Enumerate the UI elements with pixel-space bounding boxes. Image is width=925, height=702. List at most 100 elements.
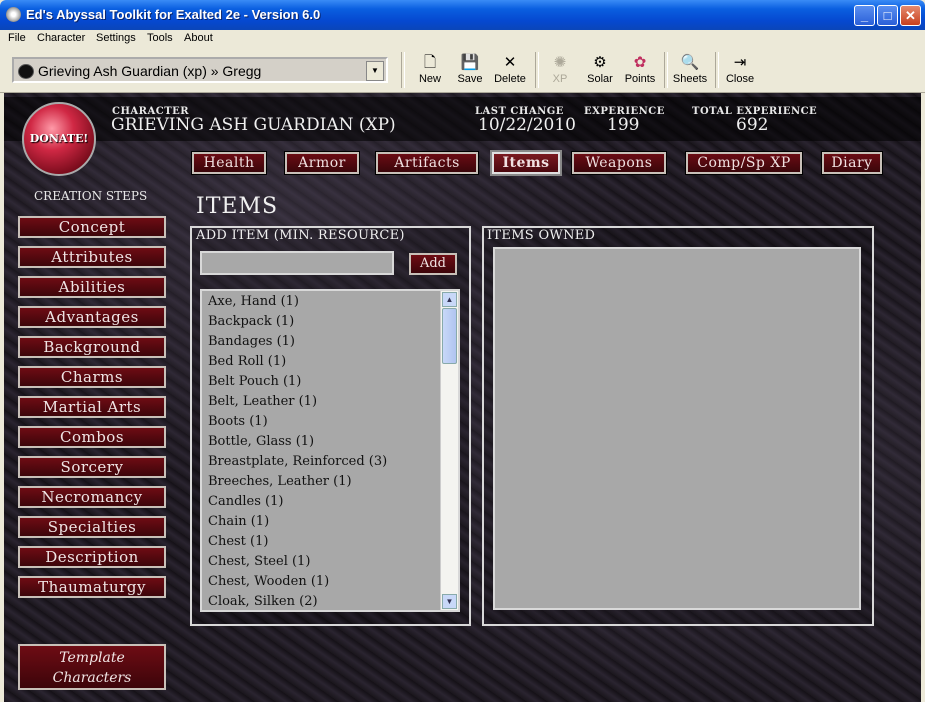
list-item[interactable]: Bandages (1) xyxy=(208,334,295,349)
save-icon: 💾 xyxy=(460,54,480,71)
add-item-input[interactable] xyxy=(200,251,394,275)
scroll-thumb[interactable] xyxy=(442,308,457,364)
items-owned-label: ITEMS OWNED xyxy=(487,228,596,243)
step-background[interactable]: Background xyxy=(18,336,166,358)
list-item[interactable]: Candles (1) xyxy=(208,494,283,509)
experience-value: 199 xyxy=(607,115,640,135)
points-icon: ✿ xyxy=(633,54,647,71)
step-sorcery[interactable]: Sorcery xyxy=(18,456,166,478)
character-select-value: Grieving Ash Guardian (xp) » Gregg xyxy=(38,63,262,79)
menu-character[interactable]: Character xyxy=(37,32,85,44)
minimize-button[interactable]: _ xyxy=(854,5,875,26)
character-icon xyxy=(18,64,34,79)
solar-label: Solar xyxy=(587,73,613,85)
item-catalog-list[interactable]: Axe, Hand (1) Backpack (1) Bandages (1) … xyxy=(200,289,460,612)
list-item[interactable]: Breastplate, Reinforced (3) xyxy=(208,454,387,469)
add-item-button[interactable]: Add xyxy=(409,253,457,275)
step-advantages[interactable]: Advantages xyxy=(18,306,166,328)
creation-steps-title: CREATION STEPS xyxy=(34,189,148,203)
main-panel: DONATE! CHARACTER GRIEVING ASH GUARDIAN … xyxy=(4,93,921,702)
delete-label: Delete xyxy=(494,73,526,85)
scroll-down-arrow-icon[interactable]: ▼ xyxy=(442,594,457,609)
sheets-button[interactable]: 🔍 Sheets xyxy=(668,51,712,89)
app-icon[interactable] xyxy=(6,7,21,22)
menu-bar: File Character Settings Tools About xyxy=(0,30,925,48)
list-item[interactable]: Cloak, Silken (2) xyxy=(208,594,318,609)
close-label: Close xyxy=(725,73,755,85)
delete-icon: ✕ xyxy=(503,54,517,71)
tab-weapons[interactable]: Weapons xyxy=(571,151,667,175)
step-combos[interactable]: Combos xyxy=(18,426,166,448)
points-label: Points xyxy=(624,73,656,85)
tab-diary[interactable]: Diary xyxy=(821,151,883,175)
close-window-button[interactable]: ✕ xyxy=(900,5,921,26)
toolbar: Grieving Ash Guardian (xp) » Gregg ▼ 🗋 N… xyxy=(0,49,925,93)
toolbar-separator xyxy=(401,52,405,88)
step-specialties[interactable]: Specialties xyxy=(18,516,166,538)
new-button[interactable]: 🗋 New xyxy=(408,51,452,89)
list-item[interactable]: Bed Roll (1) xyxy=(208,354,286,369)
character-select[interactable]: Grieving Ash Guardian (xp) » Gregg ▼ xyxy=(12,57,388,83)
list-item[interactable]: Axe, Hand (1) xyxy=(208,294,299,309)
tab-comp-sp-xp[interactable]: Comp/Sp XP xyxy=(685,151,803,175)
character-name: GRIEVING ASH GUARDIAN (XP) xyxy=(111,115,396,135)
xp-icon: ✺ xyxy=(553,54,567,71)
tab-artifacts[interactable]: Artifacts xyxy=(375,151,479,175)
new-document-icon: 🗋 xyxy=(423,54,437,71)
items-owned-list[interactable] xyxy=(493,247,861,610)
xp-button[interactable]: ✺ XP xyxy=(538,51,582,89)
list-item[interactable]: Backpack (1) xyxy=(208,314,294,329)
save-label: Save xyxy=(457,73,483,85)
list-item[interactable]: Bottle, Glass (1) xyxy=(208,434,314,449)
menu-about[interactable]: About xyxy=(184,32,213,44)
solar-button[interactable]: ⚙ Solar xyxy=(578,51,622,89)
list-item[interactable]: Breeches, Leather (1) xyxy=(208,474,352,489)
last-change-value: 10/22/2010 xyxy=(478,115,576,135)
tab-health[interactable]: Health xyxy=(191,151,267,175)
tab-items[interactable]: Items xyxy=(490,150,562,176)
page-title: ITEMS xyxy=(196,194,279,219)
delete-button[interactable]: ✕ Delete xyxy=(488,51,532,89)
add-item-label: ADD ITEM (MIN. RESOURCE) xyxy=(196,228,405,243)
step-necromancy[interactable]: Necromancy xyxy=(18,486,166,508)
window-title: Ed's Abyssal Toolkit for Exalted 2e - Ve… xyxy=(26,7,321,22)
donate-button[interactable]: DONATE! xyxy=(22,102,96,176)
list-item[interactable]: Chest, Steel (1) xyxy=(208,554,310,569)
menu-tools[interactable]: Tools xyxy=(147,32,173,44)
list-item[interactable]: Belt, Leather (1) xyxy=(208,394,317,409)
chevron-down-icon[interactable]: ▼ xyxy=(366,61,384,81)
step-abilities[interactable]: Abilities xyxy=(18,276,166,298)
sheets-icon: 🔍 xyxy=(680,54,700,71)
solar-icon: ⚙ xyxy=(593,54,607,71)
xp-label: XP xyxy=(552,73,568,85)
menu-settings[interactable]: Settings xyxy=(96,32,136,44)
close-button[interactable]: ⇥ Close xyxy=(718,51,762,89)
catalog-scrollbar[interactable]: ▲ ▼ xyxy=(440,291,458,610)
app-window: Ed's Abyssal Toolkit for Exalted 2e - Ve… xyxy=(0,0,925,702)
list-item[interactable]: Chest (1) xyxy=(208,534,268,549)
total-experience-value: 692 xyxy=(736,115,769,135)
title-bar[interactable]: Ed's Abyssal Toolkit for Exalted 2e - Ve… xyxy=(0,0,925,30)
sheets-label: Sheets xyxy=(672,73,708,85)
step-thaumaturgy[interactable]: Thaumaturgy xyxy=(18,576,166,598)
template-characters-button[interactable]: Template Characters xyxy=(18,644,166,690)
step-martial-arts[interactable]: Martial Arts xyxy=(18,396,166,418)
list-item[interactable]: Chain (1) xyxy=(208,514,269,529)
scroll-up-arrow-icon[interactable]: ▲ xyxy=(442,292,457,307)
list-item[interactable]: Chest, Wooden (1) xyxy=(208,574,329,589)
exit-door-icon: ⇥ xyxy=(733,54,747,71)
step-description[interactable]: Description xyxy=(18,546,166,568)
step-concept[interactable]: Concept xyxy=(18,216,166,238)
template-label-2: Characters xyxy=(52,670,132,686)
maximize-button[interactable]: □ xyxy=(877,5,898,26)
tab-armor[interactable]: Armor xyxy=(284,151,360,175)
points-button[interactable]: ✿ Points xyxy=(618,51,662,89)
list-item[interactable]: Belt Pouch (1) xyxy=(208,374,301,389)
template-label-1: Template xyxy=(59,650,125,666)
step-attributes[interactable]: Attributes xyxy=(18,246,166,268)
menu-file[interactable]: File xyxy=(8,32,26,44)
list-item[interactable]: Boots (1) xyxy=(208,414,268,429)
step-charms[interactable]: Charms xyxy=(18,366,166,388)
save-button[interactable]: 💾 Save xyxy=(448,51,492,89)
new-label: New xyxy=(418,73,441,85)
